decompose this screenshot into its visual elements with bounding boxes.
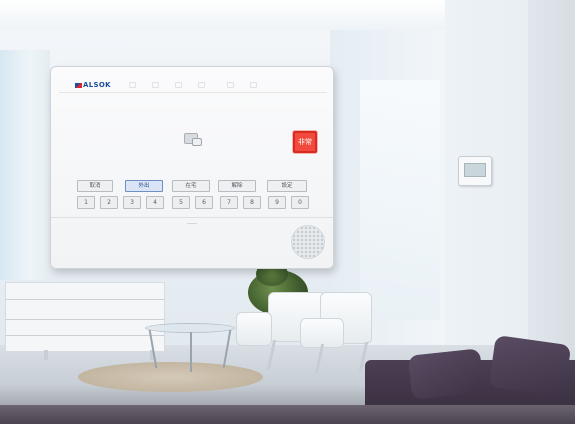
keypad: 1 2 3 4 5 6 7 8 9 0 [77,196,313,209]
keypad-key[interactable]: 1 [77,196,95,209]
keypad-key[interactable]: 0 [291,196,309,209]
emergency-button[interactable]: 非常 [293,131,317,153]
home-mode-button[interactable]: 在宅 [172,180,210,192]
keypad-key[interactable]: 8 [243,196,261,209]
status-indicator [227,82,234,88]
sideboard [5,282,165,352]
sideboard-shelf [6,319,164,320]
back-window [360,80,440,320]
thermostat-screen [464,163,486,177]
status-indicator [175,82,182,88]
security-control-panel: ALSOK 非常 取消 外出 在宅 解除 設定 1 2 3 4 5 6 7 8 … [50,66,334,269]
wall-thermostat [458,156,492,186]
panel-divider [51,217,333,218]
keypad-key[interactable]: 5 [172,196,190,209]
floor-edge [0,405,575,424]
sideboard-shelf [6,335,164,336]
speaker-grille-icon [291,225,325,259]
left-window [0,50,50,280]
living-room-photo: ALSOK 非常 取消 外出 在宅 解除 設定 1 2 3 4 5 6 7 8 … [0,0,575,424]
card-reader-icon[interactable] [184,133,202,146]
status-indicator [152,82,159,88]
keypad-key[interactable]: 2 [100,196,118,209]
disarm-button[interactable]: 解除 [218,180,256,192]
status-indicator [250,82,257,88]
sideboard-leg [44,350,48,360]
cancel-mode-button[interactable]: 取消 [77,180,113,192]
status-indicator [129,82,136,88]
keypad-key[interactable]: 6 [195,196,213,209]
keypad-key[interactable]: 4 [146,196,164,209]
mode-button-row: 取消 外出 在宅 解除 設定 [77,180,307,192]
sofa-cushion [488,334,572,398]
status-indicator [198,82,205,88]
white-chair-arm [236,312,272,346]
keypad-key[interactable]: 9 [268,196,286,209]
round-rug [78,362,263,392]
keypad-key[interactable]: 7 [220,196,238,209]
alsok-logo-icon [75,82,82,88]
table-leg [190,332,192,372]
away-mode-button[interactable]: 外出 [125,180,163,192]
sofa-cushion [407,348,485,400]
keypad-key[interactable]: 3 [123,196,141,209]
sideboard-shelf [6,299,164,300]
brand-name: ALSOK [83,81,111,89]
settings-button[interactable]: 設定 [267,180,307,192]
cover-hinge-mark [187,223,197,224]
brand-logo: ALSOK [75,81,111,89]
